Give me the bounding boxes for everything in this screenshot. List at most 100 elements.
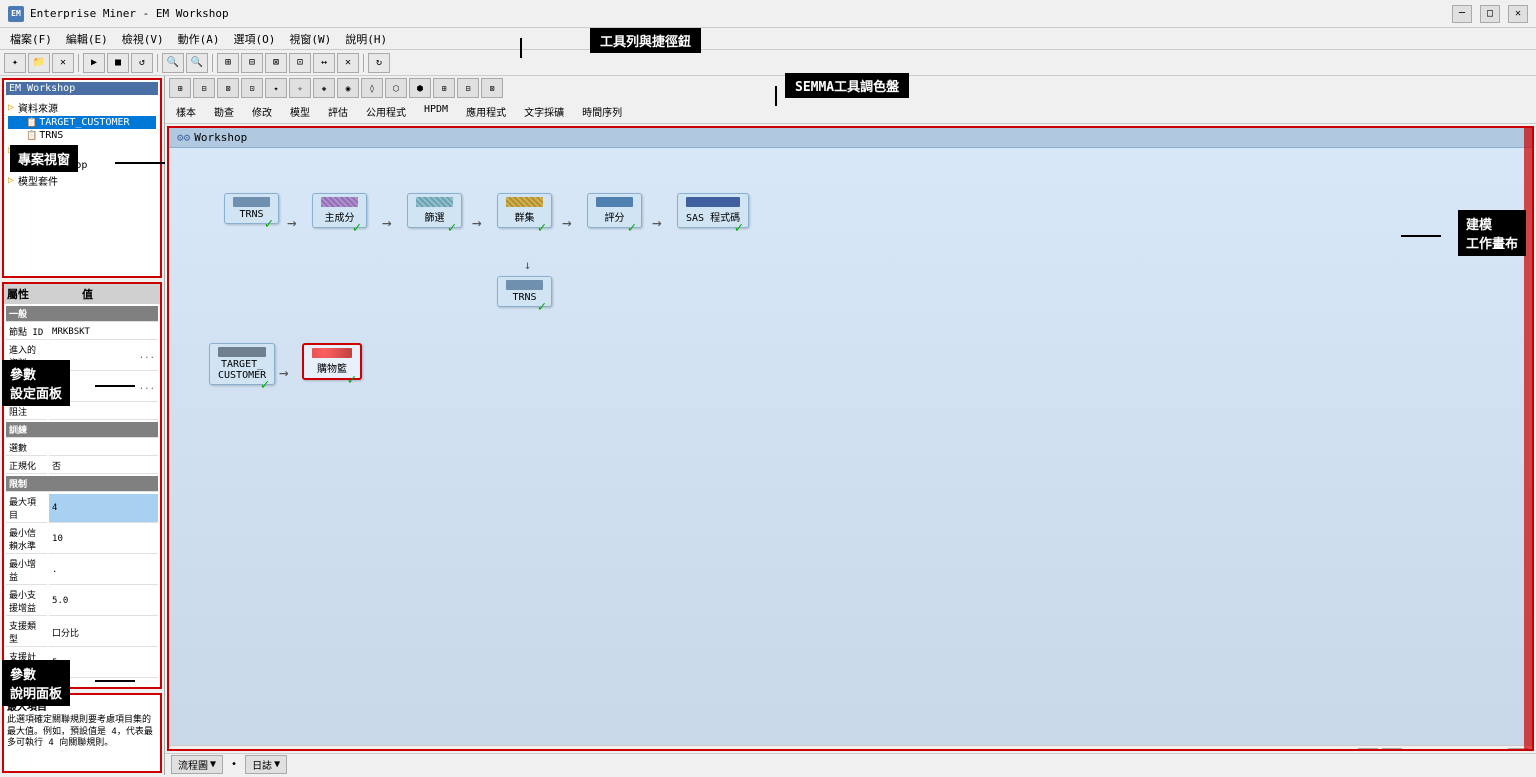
node-filter[interactable]: 篩選 ✓ [407, 193, 462, 228]
datasource-label: 資料來源 [18, 100, 58, 115]
tb-zoom-in[interactable]: 🔍 [162, 53, 184, 73]
tree-trns[interactable]: 📋 TRNS [8, 129, 156, 142]
node-sas[interactable]: SAS 程式碼 ✓ [677, 193, 749, 228]
status-flow-btn[interactable]: 流程圖 ▼ [171, 755, 223, 774]
semma-icon-4[interactable]: ⊡ [241, 78, 263, 98]
tb-zoom-out[interactable]: 🔍 [186, 53, 208, 73]
menu-action[interactable]: 動作(A) [172, 29, 226, 49]
tb-open[interactable]: 📁 [28, 53, 50, 73]
param-row-support-type[interactable]: 支援類型 口分比 [6, 618, 158, 647]
semma-icon-13[interactable]: ⊟ [457, 78, 479, 98]
semma-tab-model[interactable]: 模型 [283, 102, 317, 121]
node-label-basket: 購物籃 [317, 364, 347, 375]
semma-icon-6[interactable]: ✧ [289, 78, 311, 98]
semma-icon-11[interactable]: ⬢ [409, 78, 431, 98]
scroll-right-btn[interactable]: ▶ [587, 751, 593, 752]
semma-tab-app[interactable]: 應用程式 [459, 102, 513, 121]
tree-datasource[interactable]: ▷ 資料來源 [8, 99, 156, 116]
maximize-button[interactable]: □ [1480, 5, 1500, 23]
semma-icon-1[interactable]: ⊞ [169, 78, 191, 98]
target-customer-label: TARGET_CUSTOMER [39, 117, 129, 128]
semma-tab-time[interactable]: 時間序列 [575, 102, 629, 121]
semma-tab-hpdm[interactable]: HPDM [417, 102, 455, 121]
toolbar-arrow [520, 38, 522, 58]
node-cluster[interactable]: 群集 ✓ [497, 193, 552, 228]
log-label: 日誌 [252, 757, 272, 772]
col-value: 值 [82, 286, 157, 302]
node-target-customer[interactable]: TARGET_CUSTOMER ✓ [209, 343, 275, 385]
annotation-param-line [95, 385, 135, 387]
semma-icon-9[interactable]: ◊ [361, 78, 383, 98]
tb-refresh[interactable]: ↻ [368, 53, 390, 73]
semma-toolbar: ⊞ ⊟ ⊠ ⊡ ✦ ✧ ◈ ◉ ◊ ⬡ ⬢ ⊞ ⊟ ⊠ SEMMA工具調色盤 [165, 76, 1536, 124]
param-row-count[interactable]: 選數 [6, 440, 158, 456]
param-section-limit: 限制 [6, 476, 158, 492]
tb-sep2 [157, 54, 158, 72]
param-row-confidence[interactable]: 最小信賴水準 10 [6, 525, 158, 554]
menu-window[interactable]: 視窗(W) [283, 29, 337, 49]
param-row-note[interactable]: 阻注 [6, 404, 158, 420]
node-label-sas: SAS 程式碼 [686, 213, 740, 224]
node-icon-score [596, 197, 633, 207]
tb-delete[interactable]: ✕ [337, 53, 359, 73]
param-row-lift[interactable]: 最小增益 . [6, 556, 158, 585]
node-trns1[interactable]: TRNS ✓ [224, 193, 279, 224]
semma-icon-8[interactable]: ◉ [337, 78, 359, 98]
menu-view[interactable]: 檢視(V) [116, 29, 170, 49]
minimize-button[interactable]: ─ [1452, 5, 1472, 23]
arrow-3: → [472, 213, 482, 232]
node-score[interactable]: 評分 ✓ [587, 193, 642, 228]
semma-icon-12[interactable]: ⊞ [433, 78, 455, 98]
menu-help[interactable]: 說明(H) [339, 29, 393, 49]
menu-file[interactable]: 檔案(F) [4, 29, 58, 49]
node-icon-filter [416, 197, 453, 207]
semma-icon-3[interactable]: ⊠ [217, 78, 239, 98]
toolbar: ✦ 📁 ✕ ▶ ■ ↺ 🔍 🔍 ⊞ ⊟ ⊠ ⊡ ↔ ✕ ↻ [0, 50, 1536, 76]
check-score: ✓ [628, 220, 636, 236]
semma-tab-sample[interactable]: 樣本 [169, 102, 203, 121]
semma-icon-7[interactable]: ◈ [313, 78, 335, 98]
param-row-id[interactable]: 節點 ID MRKBSKT [6, 324, 158, 340]
menu-bar: 檔案(F) 編輯(E) 檢視(V) 動作(A) 選項(O) 視窗(W) 說明(H… [0, 28, 1536, 50]
semma-icon-2[interactable]: ⊟ [193, 78, 215, 98]
zoom-minus-btn[interactable]: ─ [1406, 751, 1412, 752]
close-button[interactable]: ✕ [1508, 5, 1528, 23]
status-log-btn[interactable]: 日誌 ▼ [245, 755, 287, 774]
tb-node3[interactable]: ⊠ [265, 53, 287, 73]
zoom-fit-btn[interactable]: ⊞ [1358, 748, 1378, 751]
tb-connect[interactable]: ↔ [313, 53, 335, 73]
node-pca[interactable]: 主成分 ✓ [312, 193, 367, 228]
param-row-maxitems[interactable]: 最大項目 4 [6, 494, 158, 523]
tb-node4[interactable]: ⊡ [289, 53, 311, 73]
tb-node2[interactable]: ⊟ [241, 53, 263, 73]
param-row-normalize[interactable]: 正規化 否 [6, 458, 158, 474]
node-trns2[interactable]: TRNS ✓ [497, 276, 552, 307]
tb-run[interactable]: ▶ [83, 53, 105, 73]
node-basket[interactable]: 購物籃 ✓ [302, 343, 362, 380]
scroll-left-btn[interactable]: ◀ [173, 751, 179, 752]
semma-icon-10[interactable]: ⬡ [385, 78, 407, 98]
tb-node1[interactable]: ⊞ [217, 53, 239, 73]
semma-tab-assess[interactable]: 評估 [321, 102, 355, 121]
tree-target-customer[interactable]: 📋 TARGET_CUSTOMER [8, 116, 156, 129]
arrow-5: → [652, 213, 662, 232]
node-icon-basket [312, 348, 352, 358]
tb-new[interactable]: ✦ [4, 53, 26, 73]
check-sas: ✓ [735, 220, 743, 236]
tb-stop[interactable]: ■ [107, 53, 129, 73]
semma-icon-14[interactable]: ⊠ [481, 78, 503, 98]
zoom-reset-btn[interactable]: ⊡ [1382, 748, 1402, 751]
menu-options[interactable]: 選項(O) [228, 29, 282, 49]
semma-tab-text[interactable]: 文字採礦 [517, 102, 571, 121]
col-property: 屬性 [7, 286, 82, 302]
tb-reset[interactable]: ↺ [131, 53, 153, 73]
semma-tab-util[interactable]: 公用程式 [359, 102, 413, 121]
tb-close[interactable]: ✕ [52, 53, 74, 73]
menu-edit[interactable]: 編輯(E) [60, 29, 114, 49]
tb-sep1 [78, 54, 79, 72]
tree-modelkit[interactable]: ▷ 模型套件 [8, 172, 156, 189]
semma-tab-explore[interactable]: 勘查 [207, 102, 241, 121]
semma-tab-modify[interactable]: 修改 [245, 102, 279, 121]
semma-icon-5[interactable]: ✦ [265, 78, 287, 98]
param-row-support-lift[interactable]: 最小支援增益 5.0 [6, 587, 158, 616]
